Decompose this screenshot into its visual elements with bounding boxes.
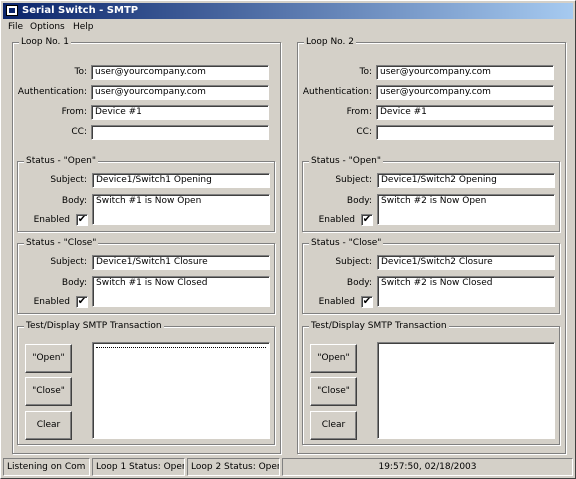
loop1-open-subject-label: Subject: (50, 175, 87, 185)
loop2-test-group-label: Test/Display SMTP Transaction (309, 321, 449, 332)
loop1-auth-label: Authentication: (17, 87, 87, 97)
loop1-close-group: Status - "Close" Subject: Device1/Switch… (17, 238, 275, 314)
loop1-cc-field[interactable] (91, 125, 269, 140)
loop1-group-label: Loop No. 1 (19, 37, 71, 48)
loop1-open-group: Status - "Open" Subject: Device1/Switch1… (17, 156, 275, 232)
loop2-to-field[interactable]: user@yourcompany.com (376, 65, 554, 80)
loop1-open-enabled-checkbox[interactable]: ✔ (76, 214, 88, 226)
status-loop1: Loop 1 Status: Open (92, 458, 185, 476)
loop2-close-enabled-checkbox[interactable]: ✔ (361, 296, 373, 308)
loop2-group-label: Loop No. 2 (304, 37, 356, 48)
loop1-open-subject-field[interactable]: Device1/Switch1 Opening (92, 173, 270, 188)
loop2-group: Loop No. 2 To: user@yourcompany.com Auth… (297, 37, 566, 454)
loop2-clear-button[interactable]: Clear (310, 411, 357, 440)
log-focus-line (96, 347, 266, 348)
loop2-open-enabled-checkbox[interactable]: ✔ (361, 214, 373, 226)
loop1-close-body-label: Body: (61, 278, 87, 288)
loop1-close-group-label: Status - "Close" (24, 238, 99, 249)
loop2-cc-field[interactable] (376, 125, 554, 140)
loop2-cc-label: CC: (356, 127, 372, 137)
loop1-open-button[interactable]: "Open" (25, 344, 72, 373)
loop2-open-body-field[interactable]: Switch #2 is Now Open (377, 194, 555, 225)
loop2-test-group: Test/Display SMTP Transaction "Open" "Cl… (302, 321, 560, 445)
loop2-close-group: Status - "Close" Subject: Device1/Switch… (302, 238, 560, 314)
loop1-open-group-label: Status - "Open" (24, 156, 98, 167)
loop1-from-label: From: (61, 107, 87, 117)
loop2-open-button[interactable]: "Open" (310, 344, 357, 373)
loop2-close-group-label: Status - "Close" (309, 238, 384, 249)
loop1-auth-field[interactable]: user@yourcompany.com (91, 85, 269, 100)
loop2-close-body-field[interactable]: Switch #2 is Now Closed (377, 276, 555, 307)
loop1-close-subject-field[interactable]: Device1/Switch1 Closure (92, 255, 270, 270)
status-bar: Listening on Com 1 Loop 1 Status: Open L… (3, 458, 573, 476)
loop2-open-body-label: Body: (346, 196, 372, 206)
loop1-test-group: Test/Display SMTP Transaction "Open" "Cl… (17, 321, 275, 445)
loop2-close-enabled-label: Enabled (318, 297, 355, 307)
menu-bar: File Options Help (3, 20, 573, 34)
loop1-to-label: To: (74, 67, 87, 77)
title-bar[interactable]: Serial Switch - SMTP (3, 3, 573, 19)
menu-file[interactable]: File (8, 21, 23, 33)
loop2-close-subject-label: Subject: (335, 257, 372, 267)
loop2-close-subject-field[interactable]: Device1/Switch2 Closure (377, 255, 555, 270)
loop2-auth-field[interactable]: user@yourcompany.com (376, 85, 554, 100)
loop2-from-field[interactable]: Device #1 (376, 105, 554, 120)
status-datetime: 19:57:50, 02/18/2003 (282, 458, 573, 476)
loop1-close-enabled-checkbox[interactable]: ✔ (76, 296, 88, 308)
loop1-clear-button[interactable]: Clear (25, 411, 72, 440)
loop1-from-field[interactable]: Device #1 (91, 105, 269, 120)
window-title: Serial Switch - SMTP (22, 5, 139, 16)
loop2-to-label: To: (359, 67, 372, 77)
loop1-open-body-label: Body: (61, 196, 87, 206)
app-icon[interactable] (6, 5, 18, 16)
status-loop2: Loop 2 Status: Open (187, 458, 280, 476)
loop1-transaction-log[interactable] (92, 342, 270, 439)
loop1-group: Loop No. 1 To: user@yourcompany.com Auth… (12, 37, 281, 454)
menu-help[interactable]: Help (73, 21, 94, 33)
status-com-port: Listening on Com 1 (3, 458, 90, 476)
loop2-close-body-label: Body: (346, 278, 372, 288)
loop1-open-enabled-label: Enabled (33, 215, 70, 225)
loop2-auth-label: Authentication: (302, 87, 372, 97)
loop1-close-subject-label: Subject: (50, 257, 87, 267)
loop1-close-button[interactable]: "Close" (25, 377, 72, 406)
loop2-open-enabled-label: Enabled (318, 215, 355, 225)
loop1-to-field[interactable]: user@yourcompany.com (91, 65, 269, 80)
loop1-test-group-label: Test/Display SMTP Transaction (24, 321, 164, 332)
loop1-open-body-field[interactable]: Switch #1 is Now Open (92, 194, 270, 225)
loop2-open-group: Status - "Open" Subject: Device1/Switch2… (302, 156, 560, 232)
loop2-open-subject-field[interactable]: Device1/Switch2 Opening (377, 173, 555, 188)
loop1-close-enabled-label: Enabled (33, 297, 70, 307)
loop2-from-label: From: (346, 107, 372, 117)
loop1-cc-label: CC: (71, 127, 87, 137)
loop2-transaction-log[interactable] (377, 342, 555, 439)
loop1-close-body-field[interactable]: Switch #1 is Now Closed (92, 276, 270, 307)
loop2-open-group-label: Status - "Open" (309, 156, 383, 167)
loop2-open-subject-label: Subject: (335, 175, 372, 185)
loop2-close-button[interactable]: "Close" (310, 377, 357, 406)
main-window: Serial Switch - SMTP File Options Help L… (0, 0, 576, 479)
menu-options[interactable]: Options (30, 21, 65, 33)
